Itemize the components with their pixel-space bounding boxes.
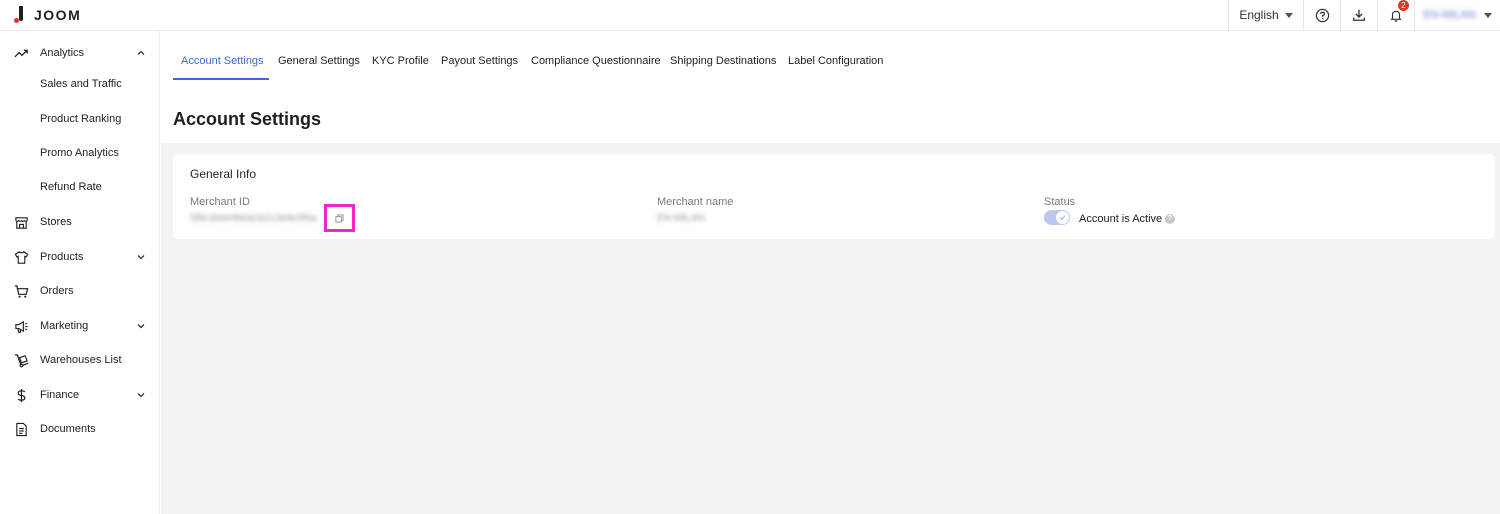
status-text: Account is Active: [1079, 213, 1163, 225]
logo[interactable]: JOOM: [14, 5, 81, 25]
chevron-up-icon: [137, 50, 145, 55]
language-selector[interactable]: English: [1228, 0, 1303, 30]
caret-down-icon: [1483, 12, 1492, 18]
sidebar-subitem-refund-rate[interactable]: Refund Rate: [40, 181, 102, 193]
sidebar-item-documents[interactable]: Documents: [0, 414, 159, 444]
cart-icon: [14, 285, 29, 298]
sidebar-item-label: Marketing: [40, 320, 89, 332]
sidebar-item-label: Analytics: [40, 47, 85, 59]
sidebar-item-stores[interactable]: Stores: [0, 207, 159, 237]
sidebar-item-label: Orders: [40, 285, 74, 297]
merchant-id-value: 5f8c3d4e9b0a1b2c3d4e5f6a: [190, 213, 317, 224]
check-icon: [1059, 215, 1066, 220]
sidebar-item-warehouses-list[interactable]: Warehouses List: [0, 345, 159, 375]
chevron-down-icon: [137, 324, 145, 329]
sidebar-item-products[interactable]: Products: [0, 242, 159, 272]
merchant-name-label: Merchant name: [657, 196, 734, 208]
card-title: General Info: [190, 167, 257, 181]
status-help-icon[interactable]: ?: [1165, 214, 1175, 224]
sidebar-item-marketing[interactable]: Marketing: [0, 311, 159, 341]
tab-shipping-destinations[interactable]: Shipping Destinations: [670, 55, 776, 67]
merchant-name-value: EN-MILAN: [657, 213, 705, 224]
sidebar-item-finance[interactable]: Finance: [0, 380, 159, 410]
download-icon: [1353, 9, 1365, 21]
trending-up-icon: [14, 49, 28, 58]
sidebar-item-label: Warehouses List: [40, 354, 122, 366]
help-icon: [1315, 8, 1329, 22]
user-menu[interactable]: EN-MILAN: [1414, 0, 1500, 30]
sidebar-item-label: Stores: [40, 216, 72, 228]
top-bar: JOOM English 2 EN-MILAN: [0, 0, 1500, 31]
page-title: Account Settings: [173, 109, 322, 129]
sidebar: Analytics Sales and Traffic Product Rank…: [0, 31, 160, 514]
active-tab-indicator: [173, 78, 269, 80]
language-label: English: [1239, 8, 1279, 22]
main-content: Account Settings General Settings KYC Pr…: [161, 31, 1500, 514]
notification-badge: 2: [1398, 0, 1409, 11]
tab-account-settings[interactable]: Account Settings: [181, 55, 264, 67]
sidebar-item-analytics[interactable]: Analytics: [0, 38, 159, 68]
sidebar-subitem-product-ranking[interactable]: Product Ranking: [40, 113, 121, 125]
document-icon: [16, 422, 27, 437]
megaphone-icon: [15, 320, 28, 333]
logo-text: JOOM: [34, 7, 82, 23]
sidebar-subitem-promo-analytics[interactable]: Promo Analytics: [40, 147, 119, 159]
copy-merchant-id-button[interactable]: [324, 204, 355, 232]
caret-down-icon: [1284, 12, 1293, 18]
general-info-card: General Info Merchant ID 5f8c3d4e9b0a1b2…: [173, 154, 1495, 239]
sidebar-item-label: Products: [40, 251, 84, 263]
chevron-down-icon: [137, 255, 145, 260]
dollar-icon: [17, 388, 26, 403]
notifications-button[interactable]: 2: [1377, 0, 1414, 30]
help-button[interactable]: [1303, 0, 1340, 30]
dolly-icon: [14, 354, 29, 368]
sidebar-item-orders[interactable]: Orders: [0, 276, 159, 306]
status-label: Status: [1044, 196, 1076, 208]
tab-kyc-profile[interactable]: KYC Profile: [372, 55, 429, 67]
sidebar-item-label: Finance: [40, 389, 80, 401]
joom-logo-icon: [14, 5, 24, 25]
tab-payout-settings[interactable]: Payout Settings: [441, 55, 518, 67]
status-toggle[interactable]: [1044, 210, 1070, 225]
store-icon: [15, 217, 28, 229]
sidebar-subitem-sales-and-traffic[interactable]: Sales and Traffic: [40, 78, 122, 90]
chevron-down-icon: [137, 393, 145, 398]
tab-label-configuration[interactable]: Label Configuration: [788, 55, 883, 67]
sidebar-item-label: Documents: [40, 423, 96, 435]
tab-compliance-questionnaire[interactable]: Compliance Questionnaire: [531, 55, 661, 67]
tab-general-settings[interactable]: General Settings: [278, 55, 360, 67]
copy-icon: [335, 213, 344, 223]
user-name: EN-MILAN: [1423, 9, 1476, 21]
page-header: Account Settings General Settings KYC Pr…: [161, 31, 1500, 143]
download-button[interactable]: [1340, 0, 1377, 30]
tshirt-icon: [14, 251, 29, 264]
merchant-id-label: Merchant ID: [190, 196, 250, 208]
